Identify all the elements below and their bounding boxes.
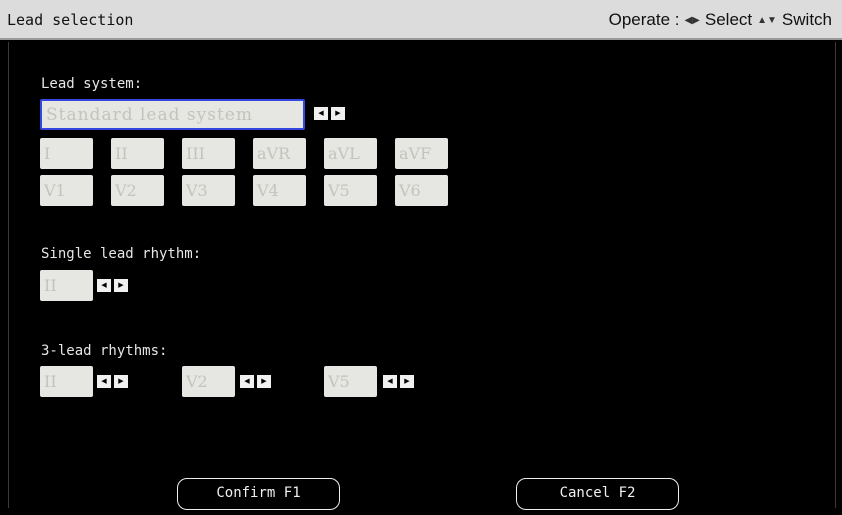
three-lead-field-1[interactable]: II: [40, 366, 93, 397]
lead-system-arrows: ◀ ▶: [314, 107, 345, 120]
left-arrow-button[interactable]: ◀: [97, 375, 111, 388]
left-arrow-button[interactable]: ◀: [314, 107, 328, 120]
left-right-icon: ◀▶: [684, 14, 700, 26]
cancel-button[interactable]: Cancel F2: [516, 478, 679, 510]
three-lead-field-3[interactable]: V5: [324, 366, 377, 397]
lead-cell: II: [111, 138, 164, 169]
lead-cell: V5: [324, 175, 377, 206]
title-bar: Lead selection Operate : ◀▶ Select ▲▼ Sw…: [0, 0, 842, 40]
lead-cell: V6: [395, 175, 448, 206]
hint-select: Select: [704, 10, 753, 29]
left-arrow-button[interactable]: ◀: [240, 375, 254, 388]
right-arrow-button[interactable]: ▶: [257, 375, 271, 388]
lead-system-field[interactable]: Standard lead system: [40, 99, 305, 130]
lead-cell: I: [40, 138, 93, 169]
lead-cell: V1: [40, 175, 93, 206]
up-down-icon: ▲▼: [757, 14, 777, 26]
lead-cell: aVR: [253, 138, 306, 169]
single-lead-label: Single lead rhythm:: [41, 246, 202, 262]
single-lead-arrows: ◀ ▶: [97, 279, 128, 292]
lead-cell: III: [182, 138, 235, 169]
three-lead-field-2[interactable]: V2: [182, 366, 235, 397]
lead-cell: V3: [182, 175, 235, 206]
lead-cell: aVF: [395, 138, 448, 169]
right-arrow-button[interactable]: ▶: [114, 375, 128, 388]
lead-system-label: Lead system:: [41, 76, 143, 92]
operate-hint: Operate : ◀▶ Select ▲▼ Switch: [609, 10, 832, 30]
left-arrow-button[interactable]: ◀: [383, 375, 397, 388]
right-arrow-button[interactable]: ▶: [114, 279, 128, 292]
right-arrow-button[interactable]: ▶: [331, 107, 345, 120]
lead-cell: V2: [111, 175, 164, 206]
hint-switch: Switch: [781, 10, 832, 29]
confirm-button[interactable]: Confirm F1: [177, 478, 340, 510]
three-lead-arrows-2: ◀ ▶: [240, 375, 271, 388]
right-arrow-button[interactable]: ▶: [400, 375, 414, 388]
lead-cell: aVL: [324, 138, 377, 169]
three-lead-label: 3-lead rhythms:: [41, 343, 168, 359]
three-lead-arrows-1: ◀ ▶: [97, 375, 128, 388]
three-lead-arrows-3: ◀ ▶: [383, 375, 414, 388]
window-title: Lead selection: [7, 11, 134, 29]
single-lead-field[interactable]: II: [40, 270, 93, 301]
left-arrow-button[interactable]: ◀: [97, 279, 111, 292]
hint-prefix: Operate :: [608, 10, 680, 29]
lead-cell: V4: [253, 175, 306, 206]
